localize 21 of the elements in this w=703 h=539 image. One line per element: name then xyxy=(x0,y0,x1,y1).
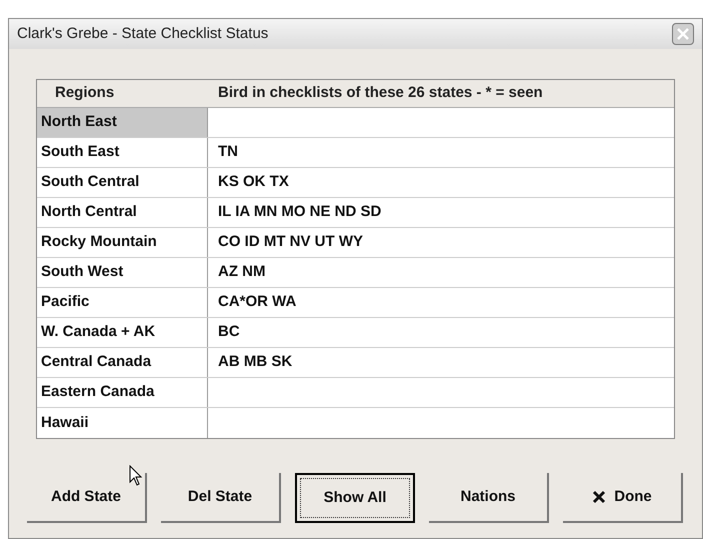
close-icon xyxy=(592,490,606,504)
states-cell-text: CO ID MT NV UT WY xyxy=(218,232,363,252)
dialog-button[interactable]: Nations xyxy=(429,473,549,523)
states-cell-text: TN xyxy=(218,142,238,162)
mouse-cursor-icon xyxy=(129,465,143,487)
states-cell-text: KS OK TX xyxy=(218,172,289,192)
column-header: Bird in checklists of these 26 states - * = seen xyxy=(217,83,543,104)
states-cell-text: CA*OR WA xyxy=(218,292,296,312)
window-title: Clark's Grebe - State Checklist Status xyxy=(17,24,268,44)
states-cell-text: AZ NM xyxy=(218,262,266,282)
done-button[interactable]: Done xyxy=(563,473,683,523)
states-cell-text: AB MB SK xyxy=(218,352,292,372)
close-button[interactable] xyxy=(672,23,694,45)
states-cell-text: BC xyxy=(218,322,240,342)
region-cell[interactable]: North East xyxy=(37,108,208,137)
dialog-button[interactable]: Add State xyxy=(27,473,147,523)
dialog-button[interactable]: Del State xyxy=(161,473,281,523)
states-cell-text: IL IA MN MO NE ND SD xyxy=(218,202,382,222)
column-header: Regions xyxy=(54,83,116,104)
dialog-button[interactable]: Show All xyxy=(295,473,415,523)
close-icon xyxy=(676,27,690,41)
